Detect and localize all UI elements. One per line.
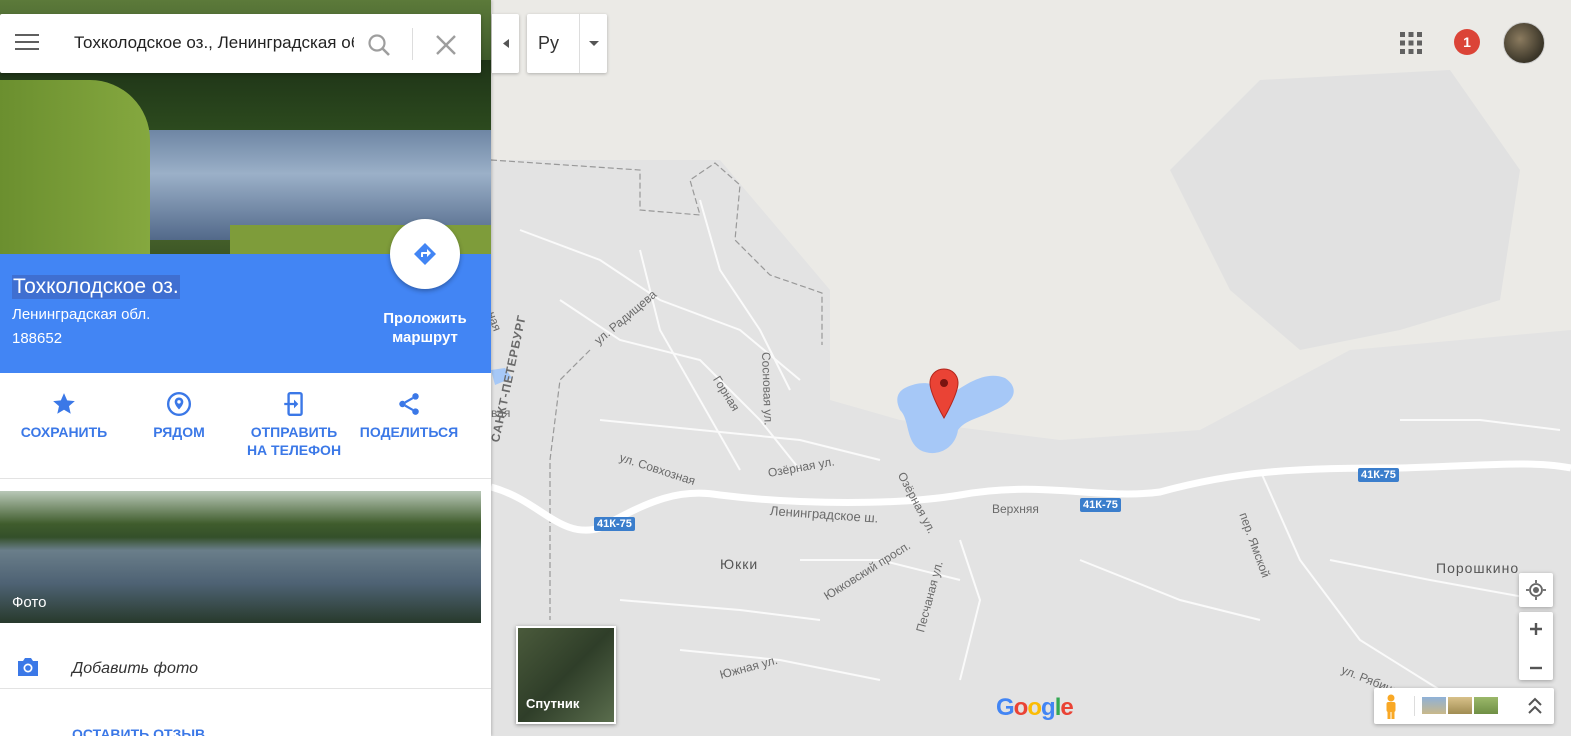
satellite-label: Спутник	[526, 696, 580, 711]
write-review-link[interactable]: ОСТАВИТЬ ОТЗЫВ	[72, 726, 205, 736]
street-label: Верхняя	[992, 502, 1039, 516]
hero-grass	[0, 80, 150, 254]
pegman-icon[interactable]	[1382, 694, 1400, 720]
imagery-thumb[interactable]	[1422, 697, 1446, 714]
zoom-out-icon[interactable]	[1519, 651, 1553, 685]
expand-up-icon[interactable]	[1526, 696, 1544, 716]
google-logo: Google	[996, 694, 1074, 721]
road-shield: 41К-75	[1080, 498, 1121, 512]
imagery-strip	[1374, 688, 1554, 724]
chevron-down-icon	[589, 41, 599, 46]
language-code: Ру	[538, 33, 560, 53]
search-input[interactable]	[72, 32, 356, 54]
language-dropdown[interactable]	[579, 14, 608, 73]
share-icon	[399, 393, 419, 415]
directions-icon	[414, 243, 436, 265]
crosshair-icon	[1526, 580, 1546, 600]
camera-icon	[18, 658, 38, 676]
menu-icon[interactable]	[15, 34, 39, 52]
send-to-phone-label: НА ТЕЛЕФОН	[246, 442, 342, 458]
street-label: вая	[491, 406, 511, 420]
nearby-label: РЯДОМ	[153, 424, 205, 440]
place-region: Ленинградская обл.	[12, 306, 151, 323]
directions-label-line: маршрут	[392, 329, 458, 346]
notifications-badge[interactable]: 1	[1454, 29, 1480, 55]
place-postal-code: 188652	[12, 330, 63, 347]
photos-thumbnail[interactable]: Фото	[0, 491, 481, 623]
language-selector[interactable]: Ру	[527, 14, 607, 73]
send-to-phone-icon	[284, 391, 303, 417]
close-icon[interactable]	[433, 32, 459, 58]
imagery-thumb[interactable]	[1474, 697, 1498, 714]
village-label: Порошкино	[1436, 560, 1520, 576]
search-box	[0, 14, 481, 73]
road-shield: 41К-75	[594, 517, 635, 531]
search-icon[interactable]	[366, 32, 392, 58]
my-location-button[interactable]	[1519, 573, 1553, 607]
search-divider	[412, 28, 413, 60]
directions-button[interactable]	[390, 219, 460, 289]
apps-grid-icon[interactable]	[1400, 32, 1422, 54]
strip-divider	[1414, 696, 1415, 716]
nearby-button[interactable]: РЯДОМ	[140, 391, 218, 441]
imagery-thumb[interactable]	[1448, 697, 1472, 714]
directions-label[interactable]: Проложить маршрут	[370, 309, 480, 347]
save-label: СОХРАНИТЬ	[20, 424, 108, 440]
road-shield: 41К-75	[1358, 468, 1399, 482]
village-label: Юкки	[720, 556, 759, 572]
share-button[interactable]: ПОДЕЛИТЬСЯ	[356, 391, 462, 441]
directions-label-line: Проложить	[383, 310, 467, 327]
street-label: Сосновая ул.	[759, 351, 776, 426]
place-title: Тохколодское оз.	[12, 275, 180, 299]
avatar[interactable]	[1503, 22, 1545, 64]
send-to-phone-button[interactable]: ОТПРАВИТЬ НА ТЕЛЕФОН	[240, 391, 348, 459]
collapse-panel-button[interactable]	[492, 14, 519, 73]
chevron-left-icon	[503, 39, 509, 48]
action-row: СОХРАНИТЬ РЯДОМ ОТПРАВИТЬ НА ТЕЛЕФОН ПОД…	[0, 373, 491, 479]
photos-label: Фото	[12, 594, 47, 611]
zoom-in-icon[interactable]	[1519, 612, 1553, 646]
add-photo-button[interactable]: Добавить фото	[0, 640, 491, 689]
send-to-phone-label: ОТПРАВИТЬ	[250, 424, 338, 440]
share-label: ПОДЕЛИТЬСЯ	[359, 424, 459, 440]
star-icon	[53, 393, 75, 414]
place-panel: Тохколодское оз. Ленинградская обл. 1886…	[0, 0, 491, 736]
location-marker-icon[interactable]	[929, 368, 959, 420]
satellite-toggle[interactable]: Спутник	[516, 626, 616, 724]
zoom-controls	[1519, 612, 1553, 680]
save-button[interactable]: СОХРАНИТЬ	[20, 391, 108, 441]
add-photo-label: Добавить фото	[72, 660, 198, 677]
location-pin-icon	[166, 391, 192, 417]
